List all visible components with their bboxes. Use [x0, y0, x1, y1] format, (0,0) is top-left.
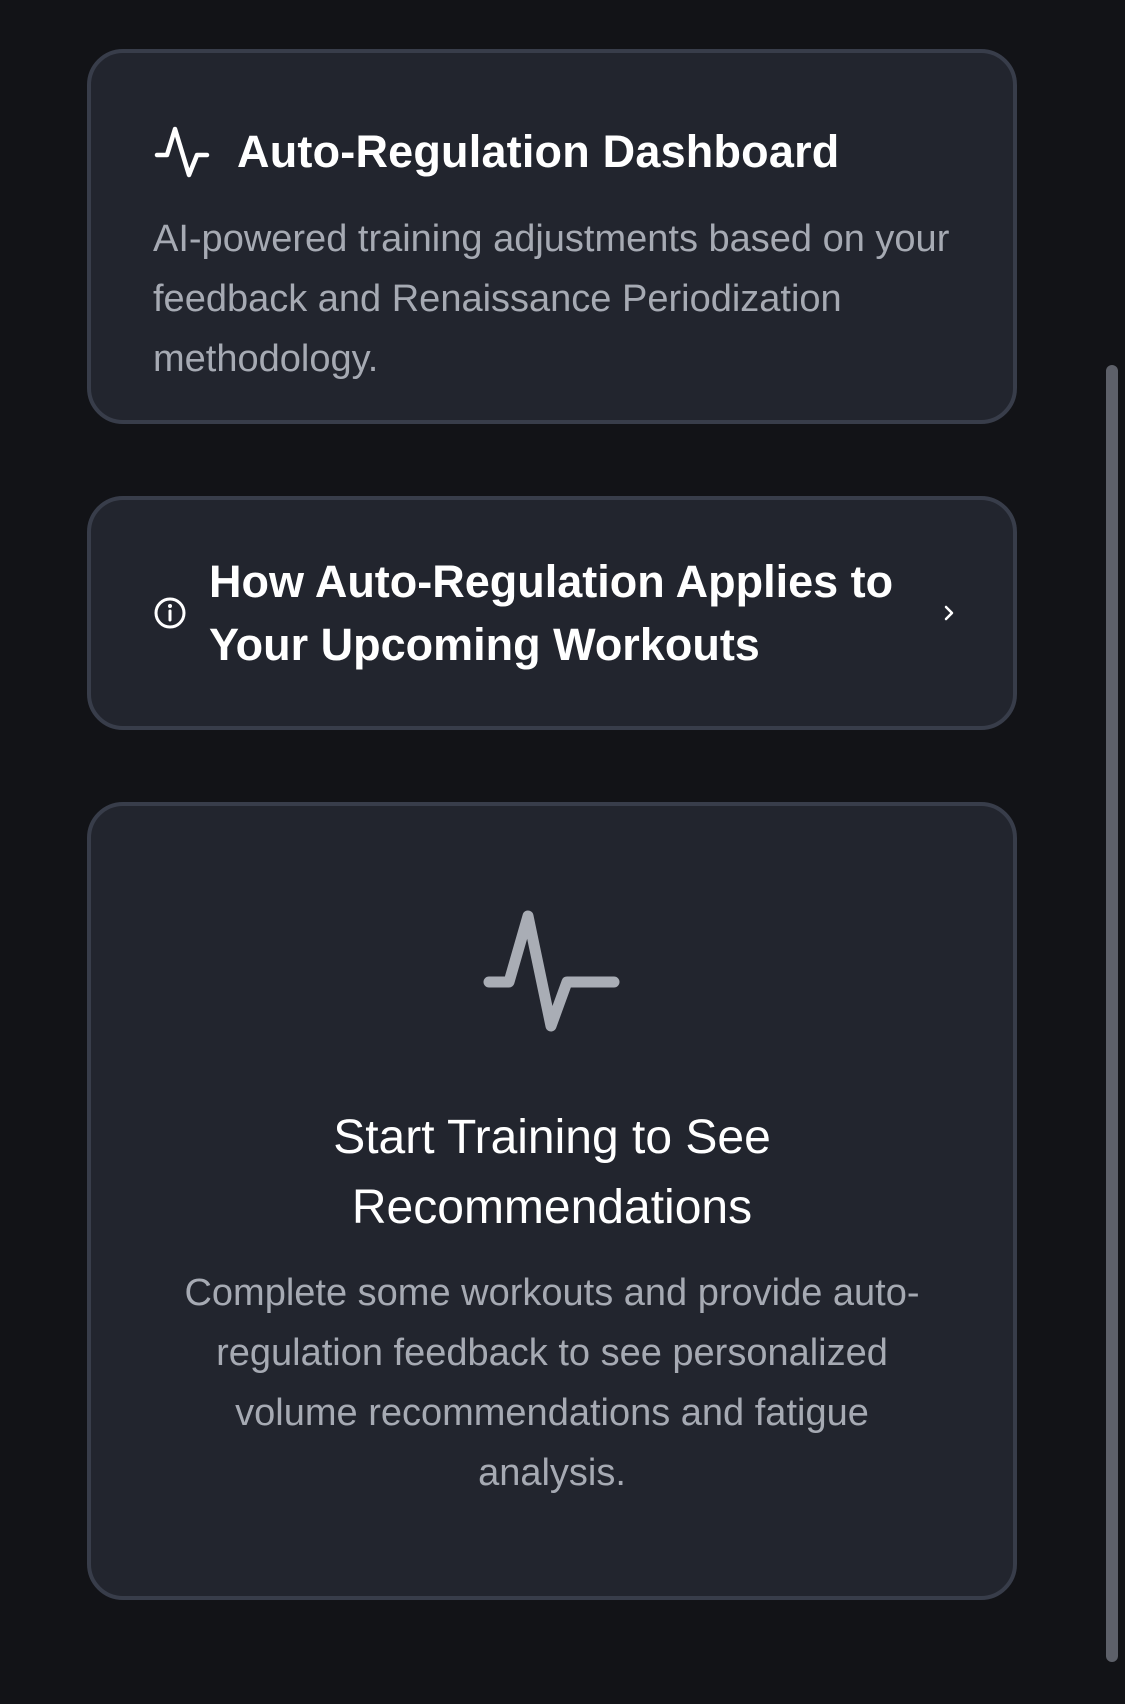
activity-icon — [91, 906, 1013, 1046]
header-row: Auto-Regulation Dashboard — [153, 117, 953, 187]
chevron-right-icon — [937, 601, 961, 625]
empty-state-description: Complete some workouts and provide auto-… — [184, 1272, 920, 1494]
auto-regulation-header-card: Auto-Regulation Dashboard AI-powered tra… — [87, 49, 1017, 424]
header-description: AI-powered training adjustments based on… — [153, 218, 950, 380]
empty-state-title: Start Training to See Recommendations — [333, 1111, 771, 1234]
activity-icon — [153, 123, 211, 181]
empty-state-card: Start Training to See Recommendations Co… — [87, 802, 1017, 1600]
how-auto-regulation-applies-accordion[interactable]: How Auto-Regulation Applies to Your Upco… — [87, 496, 1017, 730]
vertical-scrollbar[interactable] — [1106, 365, 1118, 1662]
page-title: Auto-Regulation Dashboard — [237, 126, 840, 177]
how-auto-regulation-title: How Auto-Regulation Applies to Your Upco… — [209, 556, 894, 670]
page: Auto-Regulation Dashboard AI-powered tra… — [0, 0, 1125, 1704]
info-icon — [153, 596, 187, 630]
